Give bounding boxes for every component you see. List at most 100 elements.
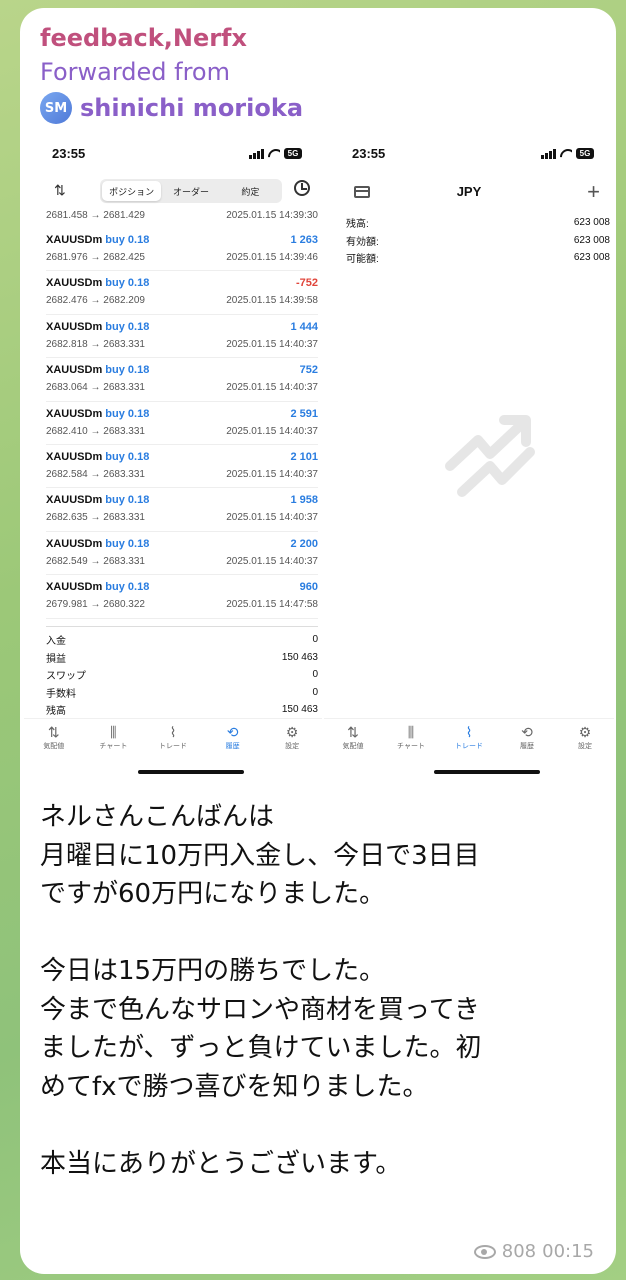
message-line: ネルさんこんばんは xyxy=(40,802,275,832)
tab-arrows-updown[interactable]: ⇅ 気配値 xyxy=(24,723,84,758)
deal-row[interactable]: XAUUSDm buy 0.18 2 101 2682.584 → 2683.331… xyxy=(46,445,318,489)
deal-profit: -752 xyxy=(295,277,318,290)
deal-profit: 752 xyxy=(299,364,318,377)
tab-candlestick[interactable]: ⫼ チャート xyxy=(382,723,440,758)
deal-row[interactable]: XAUUSDm buy 0.18 1 444 2682.818 → 2683.331… xyxy=(46,315,318,359)
deal-symbol: XAUUSDm xyxy=(46,494,103,507)
history-summary: 入金 0 損益 150 463 スワップ 0 手数料 0 残高 150 463 xyxy=(46,626,318,719)
summary-label: 残高 xyxy=(46,706,66,718)
original-author-name: shinichi morioka xyxy=(80,94,304,122)
summary-value: 0 xyxy=(312,634,318,646)
deal-symbol-line: XAUUSDm buy 0.18 xyxy=(46,408,149,420)
deal-list: XAUUSDm buy 0.18 1 263 2681.976 → 2682.425… xyxy=(46,228,318,619)
tab-label: トレード xyxy=(158,743,187,750)
deal-profit: 1 263 xyxy=(290,234,318,246)
deal-symbol-line: XAUUSDm buy 0.18 xyxy=(46,277,149,289)
deal-row[interactable]: XAUUSDm buy 0.18 2 200 2682.549 → 2683.331… xyxy=(46,532,318,576)
tab-label: チャート xyxy=(99,743,128,750)
tab-arrows-updown[interactable]: ⇅ 気配値 xyxy=(324,723,382,758)
history-icon: ⟲ xyxy=(226,724,239,740)
sort-icon[interactable]: ⇅ xyxy=(54,182,66,199)
segment-deals[interactable]: 約定 xyxy=(221,181,280,201)
tab-gear[interactable]: ⚙ 設定 xyxy=(556,723,614,758)
deal-symbol: XAUUSDm xyxy=(46,364,103,377)
message-line: ですが60万円になりました。 xyxy=(40,879,386,909)
original-author[interactable]: SM shinichi morioka xyxy=(40,92,303,124)
message-meta: 808 00:15 xyxy=(473,1241,594,1262)
deal-prices: 2682.549 → 2683.331 xyxy=(46,555,145,567)
tab-candlestick[interactable]: ⫼ チャート xyxy=(84,723,144,758)
balance-row: 有効額: 623 008 xyxy=(346,232,610,250)
deal-row[interactable]: XAUUSDm buy 0.18 -752 2682.476 → 2682.209 2… xyxy=(46,271,318,315)
summary-label: 損益 xyxy=(46,653,66,665)
tab-chart-line[interactable]: ⌇ トレード xyxy=(143,723,203,758)
deal-side: buy 0.18 xyxy=(105,320,150,333)
balance-row: 可能額: 623 008 xyxy=(346,249,610,267)
deal-row[interactable]: XAUUSDm buy 0.18 960 2679.981 → 2680.322 20… xyxy=(46,575,318,619)
summary-value: 150 463 xyxy=(281,651,318,663)
plus-icon[interactable]: + xyxy=(587,178,600,206)
deal-time: 2025.01.15 14:40:37 xyxy=(226,338,318,350)
deal-prices: 2682.818 → 2683.331 xyxy=(46,338,145,350)
deal-profit: 2 101 xyxy=(290,450,318,463)
deal-profit: 2 591 xyxy=(290,407,318,420)
deal-symbol: XAUUSDm xyxy=(46,537,103,550)
balance-label: 有効額: xyxy=(346,236,379,248)
arrows-updown-icon: ⇅ xyxy=(47,724,60,740)
segment-control: ポジション オーダー 約定 xyxy=(100,179,282,203)
trade-toolbar: JPY + xyxy=(324,178,614,206)
battery-icon: 5G xyxy=(284,148,302,159)
deal-row[interactable]: XAUUSDm buy 0.18 2 591 2682.410 → 2683.331… xyxy=(46,402,318,445)
deal-symbol: XAUUSDm xyxy=(46,277,103,290)
deal-side: buy 0.18 xyxy=(105,494,150,507)
tab-label: 履歴 xyxy=(225,743,240,750)
deal-prices: 2682.584 → 2683.331 xyxy=(46,468,145,480)
tab-history[interactable]: ⟲ 履歴 xyxy=(203,723,263,758)
screenshot-images[interactable]: 23:55 5G ⇅ ポジション オーダー 約定 2681.458 → 2681… xyxy=(24,138,614,778)
status-bar: 23:55 5G xyxy=(324,142,614,164)
summary-value: 0 xyxy=(312,669,318,681)
segment-orders[interactable]: オーダー xyxy=(161,181,220,201)
deal-prices: 2683.064 → 2683.331 xyxy=(46,382,145,394)
tab-label: チャート xyxy=(397,743,425,750)
summary-value: 0 xyxy=(312,686,318,698)
tab-chart-line[interactable]: ⌇ トレード xyxy=(440,723,498,758)
segment-positions[interactable]: ポジション xyxy=(102,181,162,201)
deal-row[interactable]: XAUUSDm buy 0.18 752 2683.064 → 2683.331 20… xyxy=(46,358,318,402)
summary-row: 損益 150 463 xyxy=(46,649,318,667)
deal-time: 2025.01.15 14:39:58 xyxy=(226,295,318,307)
gear-icon: ⚙ xyxy=(285,724,299,740)
candlestick-icon: ⫼ xyxy=(407,724,415,740)
status-time: 23:55 xyxy=(52,146,86,161)
partial-deal-row: 2681.458 → 2681.429 2025.01.15 14:39:30 xyxy=(46,210,318,221)
sender-name[interactable]: feedback,Nerfx xyxy=(40,24,247,52)
deal-symbol-line: XAUUSDm buy 0.18 xyxy=(46,451,149,463)
deal-prices: 2682.410 → 2683.331 xyxy=(46,425,145,437)
deal-symbol-line: XAUUSDm buy 0.18 xyxy=(46,364,149,376)
message-time: 00:15 xyxy=(542,1241,594,1262)
signal-icon xyxy=(541,148,556,159)
balance-value: 623 008 xyxy=(573,234,610,246)
status-bar: 23:55 5G xyxy=(24,142,322,164)
tab-history[interactable]: ⟲ 履歴 xyxy=(498,723,556,758)
tab-label: 気配値 xyxy=(342,743,364,750)
clock-icon[interactable] xyxy=(294,180,310,196)
summary-label: 入金 xyxy=(46,636,66,648)
bottom-tab-bar: ⇅ 気配値 ⫼ チャート ⌇ トレード ⟲ 履歴 ⚙ 設定 xyxy=(24,718,322,758)
wifi-icon xyxy=(560,149,572,159)
deal-profit: 2 200 xyxy=(290,537,318,550)
summary-row: 手数料 0 xyxy=(46,684,318,702)
deal-row[interactable]: XAUUSDm buy 0.18 1 263 2681.976 → 2682.425… xyxy=(46,228,318,272)
tab-gear[interactable]: ⚙ 設定 xyxy=(262,723,322,758)
message-line: ましたが、ずっと負けていました。初 xyxy=(40,1033,482,1063)
message-line xyxy=(40,1106,600,1145)
deal-time: 2025.01.15 14:40:37 xyxy=(226,512,318,524)
summary-label: スワップ xyxy=(46,671,86,683)
view-count: 808 xyxy=(501,1241,537,1262)
history-screen: 23:55 5G ⇅ ポジション オーダー 約定 2681.458 → 2681… xyxy=(24,138,322,778)
deal-symbol: XAUUSDm xyxy=(46,450,103,463)
deal-symbol-line: XAUUSDm buy 0.18 xyxy=(46,538,149,550)
deal-row[interactable]: XAUUSDm buy 0.18 1 958 2682.635 → 2683.331… xyxy=(46,488,318,532)
chart-line-icon: ⌇ xyxy=(169,724,177,740)
deal-time: 2025.01.15 14:40:37 xyxy=(226,468,318,480)
